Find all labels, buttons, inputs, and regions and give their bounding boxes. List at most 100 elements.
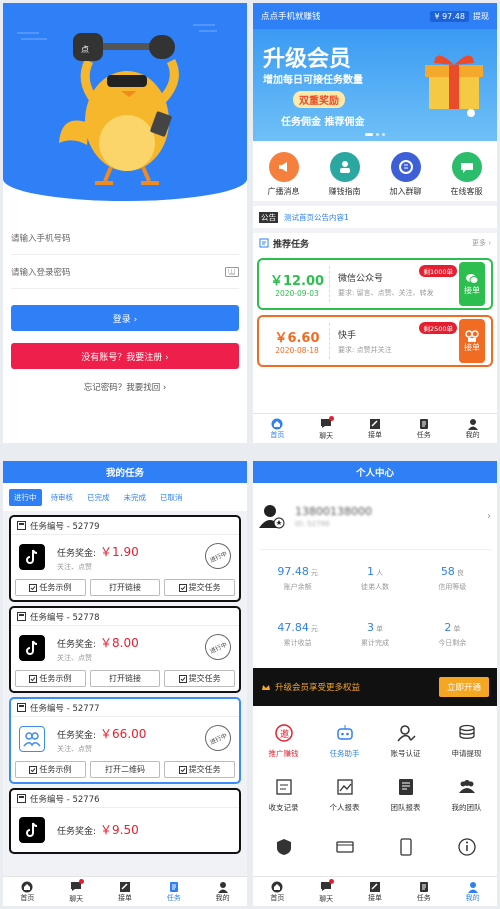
open-link-button[interactable]: 打开二维码: [89, 761, 161, 778]
task-number-row: 任务编号 - 52777: [11, 699, 239, 717]
my-task-card[interactable]: 任务编号 - 52778 任务奖金: ￥8.00 关注、点赞 进行中 任务示例 打开链接 提交…: [9, 606, 241, 693]
stat-credit[interactable]: 58 良信用等级: [414, 550, 491, 606]
tab-profile[interactable]: 我的: [198, 877, 247, 906]
task-requirement: 关注、点赞: [57, 653, 92, 662]
tab-accept[interactable]: 接单: [351, 414, 400, 443]
reward-value: ￥66.00: [100, 726, 147, 741]
open-link-button[interactable]: 打开链接: [89, 670, 161, 687]
grid-phone[interactable]: [375, 822, 436, 876]
card-icon: [335, 840, 354, 853]
grid-records[interactable]: 收支记录: [253, 768, 314, 822]
phone-input-placeholder[interactable]: 请输入手机号码: [11, 232, 71, 244]
accept-task-button[interactable]: 接单: [459, 262, 485, 306]
tab-completed[interactable]: 已完成: [82, 489, 115, 506]
more-link[interactable]: 更多 ›: [472, 238, 491, 248]
user-info[interactable]: 13800138000 ID: 52799 ›: [253, 483, 497, 549]
grid-card[interactable]: [314, 822, 375, 876]
my-task-card[interactable]: 任务编号 - 52776 任务奖金: ￥9.50: [9, 788, 241, 854]
stat-today-remaining[interactable]: 2 单今日剩余: [414, 606, 491, 662]
tiktok-icon: [19, 544, 45, 570]
feature-broadcast[interactable]: 广播消息: [253, 151, 314, 197]
tab-task[interactable]: 任务: [149, 877, 198, 906]
record-icon: [275, 779, 292, 795]
tab-in-progress[interactable]: 进行中: [9, 488, 42, 506]
vip-bar[interactable]: 升级会员享受更多权益 立即开通: [253, 668, 497, 706]
promote-icon: 邀: [274, 724, 293, 742]
task-number-row: 任务编号 - 52779: [11, 517, 239, 535]
promo-banner[interactable]: 升级会员 增加每日可接任务数量 双重奖励 任务佣金 推荐佣金: [253, 29, 497, 141]
tab-accept[interactable]: 接单: [101, 877, 150, 906]
tab-pending-review[interactable]: 待审核: [46, 489, 79, 506]
task-example-button[interactable]: 任务示例: [15, 761, 86, 778]
grid-task-assistant[interactable]: 任务助手: [314, 714, 375, 768]
task-example-button[interactable]: 任务示例: [15, 579, 86, 596]
grid-verify[interactable]: 账号认证: [375, 714, 436, 768]
grid-badge[interactable]: [253, 822, 314, 876]
submit-task-button[interactable]: 提交任务: [164, 761, 236, 778]
login-button[interactable]: 登录 ›: [11, 305, 239, 331]
tab-accept[interactable]: 接单: [351, 877, 400, 906]
vip-crown-icon: [262, 685, 270, 690]
grid-withdraw[interactable]: 申请提现: [436, 714, 497, 768]
tab-chat[interactable]: 聊天: [302, 877, 351, 906]
feature-guide[interactable]: 赚钱指南: [314, 151, 375, 197]
notice-bar[interactable]: 公告 测试首页公告内容1: [253, 201, 497, 233]
reward-value: ￥9.50: [100, 822, 139, 837]
task-requirement: 关注、点赞: [57, 744, 92, 753]
task-remaining-badge: 剩1000单: [419, 265, 457, 277]
stat-balance[interactable]: 97.48 元账户余额: [259, 550, 336, 606]
keyboard-icon[interactable]: [225, 266, 239, 277]
tiktok-icon: [19, 635, 45, 661]
forgot-password-link[interactable]: 忘记密码？我要找回 ›: [3, 381, 247, 393]
feature-row: 广播消息 赚钱指南 加入群聊 在线客服: [253, 141, 497, 201]
tab-chat[interactable]: 聊天: [302, 414, 351, 443]
task-remaining-badge: 剩2500单: [419, 322, 457, 334]
tab-home[interactable]: 首页: [253, 414, 302, 443]
submit-task-button[interactable]: 提交任务: [164, 670, 236, 687]
reward-label: 任务奖金:: [57, 639, 97, 650]
grid-team-report[interactable]: 团队报表: [375, 768, 436, 822]
phone-icon: [399, 837, 412, 856]
reward-value: ￥1.90: [100, 544, 139, 559]
tab-home[interactable]: 首页: [3, 877, 52, 906]
accept-task-button[interactable]: 接单: [459, 319, 485, 363]
password-field[interactable]: 请输入登录密码: [11, 255, 239, 289]
tab-task[interactable]: 任务: [399, 414, 448, 443]
my-task-card[interactable]: 任务编号 - 52779 任务奖金: ￥1.90 关注、点赞 进行中 任务示例 打开链接 提交…: [9, 515, 241, 602]
tab-home[interactable]: 首页: [253, 877, 302, 906]
feature-group-chat[interactable]: 加入群聊: [375, 151, 436, 197]
password-input-placeholder[interactable]: 请输入登录密码: [11, 266, 71, 278]
submit-task-button[interactable]: 提交任务: [164, 579, 236, 596]
task-number-row: 任务编号 - 52778: [11, 608, 239, 626]
recommend-task-card[interactable]: ￥6.60 2020-08-18 快手 要求: 点赞并关注 剩2500单 接单: [257, 315, 493, 367]
user-phone: 13800138000: [295, 504, 372, 518]
feature-service[interactable]: 在线客服: [436, 151, 497, 197]
open-link-button[interactable]: 打开链接: [89, 579, 161, 596]
task-icon: [419, 418, 428, 429]
tab-profile[interactable]: 我的: [448, 877, 497, 906]
profile-icon: [467, 418, 478, 430]
task-example-button[interactable]: 任务示例: [15, 670, 86, 687]
my-task-card[interactable]: 任务编号 - 52777 任务奖金: ￥66.00 关注、点赞 进行中 任务示例 打开二维码…: [9, 697, 241, 784]
withdraw-link[interactable]: 提现: [473, 11, 489, 22]
vip-open-button[interactable]: 立即开通: [438, 677, 489, 697]
task-number: 任务编号 - 52778: [30, 612, 100, 623]
phone-field[interactable]: 请输入手机号码: [11, 221, 239, 255]
tab-cancelled[interactable]: 已取消: [155, 489, 188, 506]
grid-my-team[interactable]: 我的团队: [436, 768, 497, 822]
grid-promote[interactable]: 邀推广赚钱: [253, 714, 314, 768]
tab-profile[interactable]: 我的: [448, 414, 497, 443]
tab-task[interactable]: 任务: [399, 877, 448, 906]
submit-icon: [178, 583, 187, 592]
chevron-right-icon[interactable]: ›: [487, 511, 491, 522]
stat-total-income[interactable]: 47.84 元累计收益: [259, 606, 336, 662]
stat-apprentices[interactable]: 1 人徒弟人数: [336, 550, 413, 606]
tab-incomplete[interactable]: 未完成: [119, 489, 152, 506]
recommend-task-card[interactable]: ￥12.00 2020-09-03 微信公众号 要求: 留言、点赞、关注、转发 …: [257, 258, 493, 310]
grid-personal-report[interactable]: 个人报表: [314, 768, 375, 822]
stat-total-completed[interactable]: 3 单累计完成: [336, 606, 413, 662]
register-button[interactable]: 没有账号？我要注册 ›: [11, 343, 239, 369]
example-icon: [29, 674, 38, 683]
tab-chat[interactable]: 聊天: [52, 877, 101, 906]
grid-info[interactable]: [436, 822, 497, 876]
